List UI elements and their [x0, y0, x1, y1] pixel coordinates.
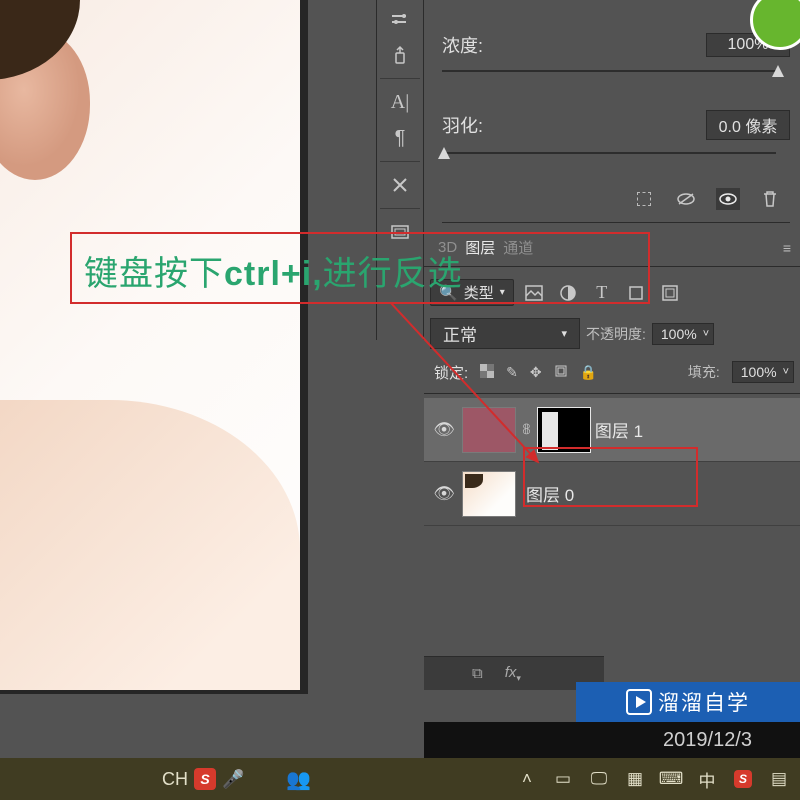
opacity-label: 不透明度: [586, 324, 646, 344]
layer-row[interactable]: 👁 𝟠 图层 1 [424, 398, 800, 462]
link-layers-icon[interactable]: ⧉ [472, 665, 483, 682]
blend-mode-select[interactable]: 正常▾ [430, 318, 580, 349]
visibility-toggle-icon[interactable]: 👁 [430, 420, 458, 440]
tab-layers[interactable]: 图层 [465, 233, 495, 262]
filter-pixel-icon[interactable] [524, 283, 544, 303]
layer-filter-row: 🔍 类型 ▾ T [424, 273, 800, 312]
layer-fx-icon[interactable]: fx▾ [505, 664, 521, 684]
lock-label: 锁定: [434, 362, 468, 383]
tab-channels[interactable]: 通道 [503, 233, 533, 262]
logo-banner: 溜溜自学 [576, 682, 800, 722]
brush-settings-icon[interactable] [384, 4, 416, 34]
lock-position-icon[interactable]: ✥ [530, 364, 542, 381]
character-panel-icon[interactable]: A| [384, 87, 416, 117]
canvas-area [0, 0, 308, 694]
density-label: 浓度: [442, 32, 483, 58]
canvas-image[interactable] [0, 0, 300, 690]
feather-label: 羽化: [442, 112, 483, 138]
layer-thumbnail[interactable] [462, 471, 516, 517]
fill-label: 填充: [688, 362, 720, 382]
sogou-tray-icon[interactable]: S [732, 767, 754, 792]
taskbar: CH S 🎤 👥 ˄ ▭ 🖵 ▦ ⌨ 中 S ▤ [0, 758, 800, 800]
panel-menu-icon[interactable]: ≡ [783, 240, 792, 256]
fill-value[interactable]: 100%˅ [732, 361, 794, 383]
right-panel: 浓度: 100% 羽化: 0.0 像素 [424, 0, 800, 694]
delete-mask-icon[interactable] [758, 188, 782, 210]
ime-mode[interactable]: 中 [696, 767, 718, 792]
layer-thumbnail[interactable] [462, 407, 516, 453]
density-slider[interactable] [442, 66, 790, 76]
filter-adjustment-icon[interactable] [558, 283, 578, 303]
mask-link-icon[interactable]: 𝟠 [522, 421, 531, 438]
mask-thumbnail[interactable] [537, 407, 591, 453]
ime-indicator[interactable]: CH [162, 769, 188, 790]
lock-row: 锁定: ✎ ✥ 🔒 填充: 100%˅ [424, 355, 800, 394]
apply-mask-icon[interactable] [716, 188, 740, 210]
select-mask-icon[interactable] [632, 188, 656, 210]
layer-name[interactable]: 图层 1 [595, 417, 643, 442]
mask-properties-panel: 浓度: 100% 羽化: 0.0 像素 [424, 0, 800, 223]
filter-type-icon[interactable]: T [592, 283, 612, 303]
play-icon [626, 689, 652, 715]
layers-list: 👁 𝟠 图层 1 👁 图层 0 [424, 394, 800, 530]
action-center-icon[interactable]: ▤ [768, 767, 790, 792]
paragraph-panel-icon[interactable]: ¶ [384, 123, 416, 153]
filter-shape-icon[interactable] [626, 283, 646, 303]
visibility-toggle-icon[interactable]: 👁 [430, 484, 458, 504]
blend-mode-row: 正常▾ 不透明度: 100%˅ [424, 312, 800, 355]
mic-icon[interactable]: 🎤 [222, 769, 244, 790]
lock-paint-icon[interactable]: ✎ [506, 364, 518, 381]
tray-chevron-icon[interactable]: ˄ [516, 767, 538, 792]
feather-slider[interactable] [442, 148, 790, 158]
sogou-icon[interactable]: S [194, 768, 216, 790]
opacity-value[interactable]: 100%˅ [652, 323, 714, 345]
date-strip: 2019/12/3 [424, 722, 800, 758]
video-icon[interactable]: ▦ [624, 767, 646, 792]
clone-source-icon[interactable] [384, 40, 416, 70]
keyboard-icon[interactable]: ⌨ [660, 767, 682, 792]
lock-transparency-icon[interactable] [480, 364, 494, 381]
invert-mask-icon[interactable] [674, 188, 698, 210]
tools-icon[interactable] [384, 170, 416, 200]
display-icon[interactable]: 🖵 [588, 767, 610, 792]
feather-value[interactable]: 0.0 像素 [706, 110, 790, 140]
people-icon[interactable]: 👥 [286, 767, 311, 792]
panel-tabs: 3D 图层 通道 ≡ [424, 223, 800, 266]
layer-name[interactable]: 图层 0 [526, 481, 574, 506]
filter-smart-icon[interactable] [660, 283, 680, 303]
annotation-text: 键盘按下ctrl+i,进行反选 [84, 246, 463, 295]
lock-all-icon[interactable]: 🔒 [580, 364, 597, 381]
frame-icon[interactable] [384, 217, 416, 247]
battery-icon[interactable]: ▭ [552, 767, 574, 792]
layer-row[interactable]: 👁 图层 0 [424, 462, 800, 526]
lock-artboard-icon[interactable] [554, 364, 568, 381]
